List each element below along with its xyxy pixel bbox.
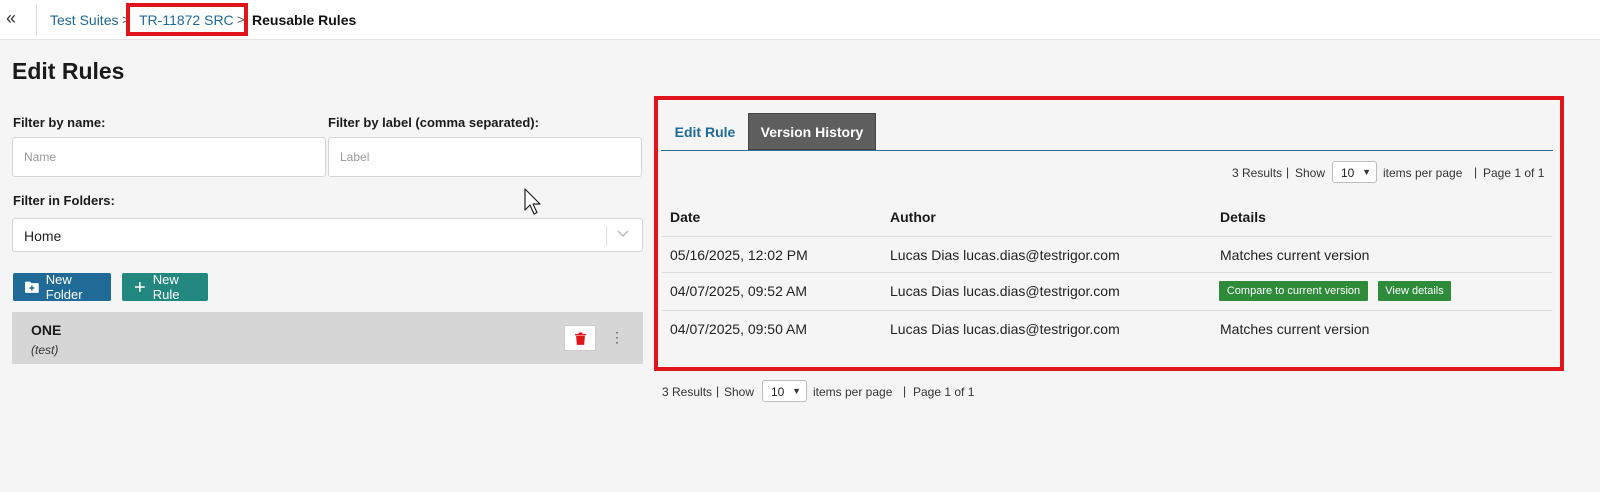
page-title: Edit Rules <box>12 58 125 84</box>
new-rule-label: New Rule <box>152 272 180 302</box>
column-header-details: Details <box>1220 209 1266 225</box>
filter-folders-label: Filter in Folders: <box>13 193 115 208</box>
collapse-sidebar-icon[interactable]: « <box>6 9 24 29</box>
row-author: Lucas Dias lucas.dias@testrigor.com <box>890 283 1120 299</box>
filter-label-input[interactable] <box>328 137 642 177</box>
row-date: 04/07/2025, 09:52 AM <box>670 283 807 299</box>
items-per-page-select[interactable]: 10 ▼ <box>762 380 807 402</box>
pager-separator: | <box>1286 165 1290 179</box>
column-header-date: Date <box>670 209 701 225</box>
tab-underline <box>661 150 1553 151</box>
view-details-button[interactable]: View details <box>1378 281 1451 301</box>
folder-select-value: Home <box>24 228 62 244</box>
more-options-icon[interactable]: ⋮ <box>610 329 624 345</box>
filter-name-label: Filter by name: <box>13 115 106 130</box>
items-per-page-select[interactable]: 10 ▼ <box>1332 161 1377 183</box>
chevron-down-icon <box>617 230 629 238</box>
pager-items-per-page-label: items per page <box>1383 166 1463 180</box>
pager-page-info: Page 1 of 1 <box>1483 166 1545 180</box>
row-details: Matches current version <box>1220 247 1370 263</box>
new-folder-button[interactable]: New Folder <box>13 272 111 302</box>
row-divider <box>662 310 1552 311</box>
pager-separator: | <box>903 384 907 398</box>
filter-name-input[interactable] <box>12 137 326 177</box>
filter-label-label: Filter by label (comma separated): <box>328 115 539 130</box>
folder-select[interactable]: Home <box>12 218 643 252</box>
tab-version-history[interactable]: Version History <box>748 113 876 150</box>
items-per-page-value: 10 <box>1341 166 1355 180</box>
compare-to-current-version-button[interactable]: Compare to current version <box>1219 281 1368 301</box>
rule-name: ONE <box>31 322 62 338</box>
row-author: Lucas Dias lucas.dias@testrigor.com <box>890 247 1120 263</box>
row-date: 04/07/2025, 09:50 AM <box>670 321 807 337</box>
chevron-down-icon: ▼ <box>1362 167 1371 177</box>
rule-label: (test) <box>31 343 59 357</box>
plus-icon <box>134 282 145 292</box>
row-details: Matches current version <box>1220 321 1370 337</box>
highlight-box-breadcrumb <box>126 3 248 36</box>
pager-separator: | <box>1474 165 1478 179</box>
row-date: 05/16/2025, 12:02 PM <box>670 247 808 263</box>
tab-edit-rule[interactable]: Edit Rule <box>662 113 748 150</box>
pager-results-count: 3 Results <box>1232 166 1283 180</box>
column-header-author: Author <box>890 209 936 225</box>
pager-separator: | <box>716 384 720 398</box>
rule-list-item[interactable]: ONE (test) ⋮ <box>12 312 643 364</box>
folder-plus-icon <box>25 281 39 293</box>
pager-results-count: 3 Results <box>662 385 713 399</box>
breadcrumb-test-suites[interactable]: Test Suites <box>50 12 118 28</box>
pager-page-info: Page 1 of 1 <box>913 385 975 399</box>
trash-icon <box>575 332 586 345</box>
pager-items-per-page-label: items per page <box>813 385 893 399</box>
items-per-page-value: 10 <box>771 385 785 399</box>
row-divider <box>662 272 1552 273</box>
new-folder-label: New Folder <box>45 272 83 302</box>
breadcrumb-current: Reusable Rules <box>252 12 357 28</box>
delete-rule-button[interactable] <box>564 325 596 351</box>
pager-show-label: Show <box>1295 166 1326 180</box>
pager-show-label: Show <box>724 385 755 399</box>
mouse-cursor-icon <box>524 188 541 215</box>
select-divider <box>606 226 607 246</box>
row-author: Lucas Dias lucas.dias@testrigor.com <box>890 321 1120 337</box>
chevron-down-icon: ▼ <box>792 386 801 396</box>
table-header-divider <box>662 236 1552 237</box>
new-rule-button[interactable]: New Rule <box>122 272 208 302</box>
divider <box>36 4 37 36</box>
